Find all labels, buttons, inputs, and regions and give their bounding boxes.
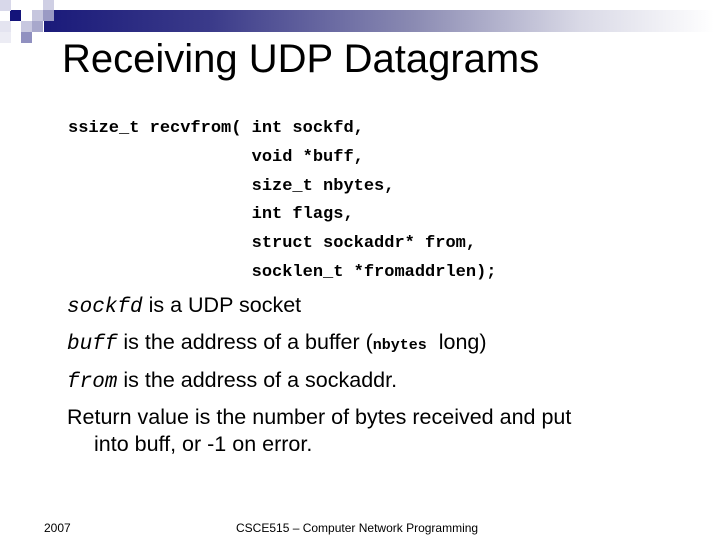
- param-name: sockfd: [67, 296, 143, 319]
- decor-square: [0, 0, 11, 11]
- param-name: from: [67, 371, 118, 394]
- code-line: int flags,: [68, 205, 354, 225]
- decor-square: [21, 32, 32, 43]
- header-gradient-bar: [44, 10, 714, 32]
- decor-square: [10, 10, 21, 21]
- footer-year: 2007: [44, 521, 71, 535]
- footer-course: CSCE515 – Computer Network Programming: [236, 521, 479, 535]
- code-line: ssize_t recvfrom( int sockfd,: [68, 119, 364, 138]
- decor-square: [0, 32, 11, 43]
- inline-code: nbytes: [372, 337, 427, 354]
- bullet-text: is a UDP socket: [142, 293, 302, 317]
- decor-square: [43, 10, 54, 21]
- bullet-text: is the address of a buffer (: [117, 330, 373, 354]
- function-signature: ssize_t recvfrom( int sockfd, void *buff…: [68, 115, 496, 288]
- decor-square: [32, 10, 43, 21]
- slide-title: Receiving UDP Datagrams: [62, 37, 540, 81]
- decor-square: [21, 21, 32, 32]
- code-line: size_t nbytes,: [68, 176, 395, 196]
- code-line: socklen_t *fromaddrlen);: [68, 262, 497, 282]
- bullet-return-value: Return value is the number of bytes rece…: [67, 400, 687, 462]
- bullet-text-after: long): [426, 330, 487, 354]
- param-name: buff: [67, 333, 118, 356]
- code-line: struct sockaddr* from,: [68, 234, 477, 254]
- bullet-from: from is the address of a sockaddr.: [67, 363, 687, 400]
- bullet-buff: buff is the address of a buffer (nbytes …: [67, 325, 687, 363]
- decor-square: [0, 21, 11, 32]
- code-line: void *buff,: [68, 147, 364, 167]
- bullet-sockfd: sockfd is a UDP socket: [67, 288, 687, 325]
- description-list: sockfd is a UDP socket buff is the addre…: [67, 288, 687, 462]
- bullet-text: is the address of a sockaddr.: [117, 368, 398, 392]
- decor-square: [32, 21, 43, 32]
